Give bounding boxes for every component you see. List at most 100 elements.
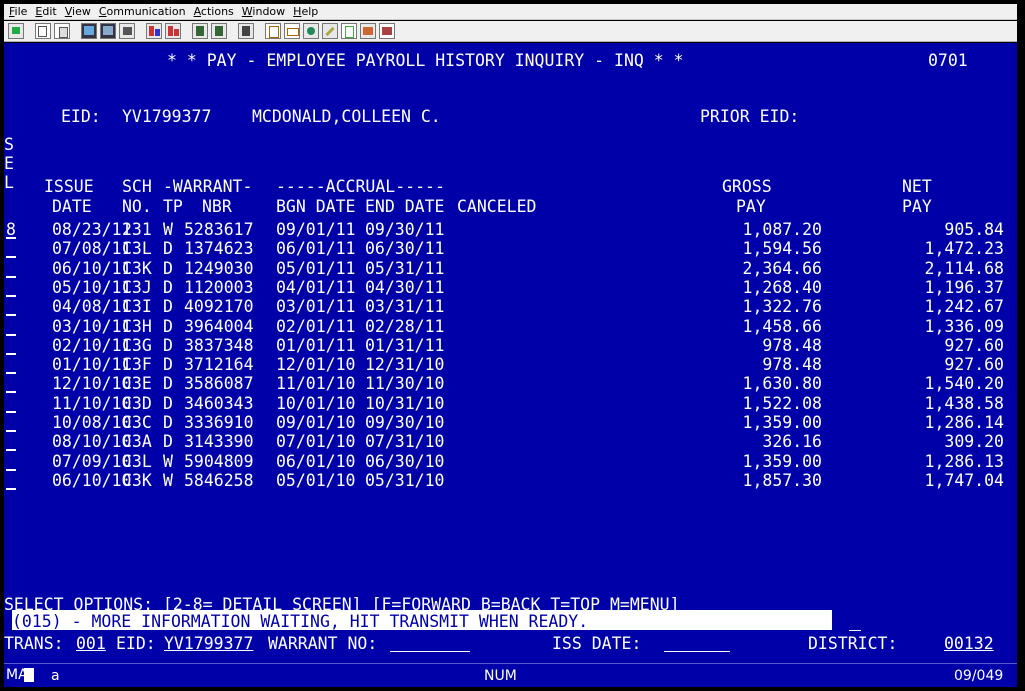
doc-icon[interactable] [341,23,357,39]
emulator-window: File Edit View Communication Actions Win… [0,0,1025,691]
print-icon[interactable] [146,23,162,39]
row-nbr: 1120003 [184,278,254,297]
row-net-pay: 1,286.14 [924,413,1004,432]
row-end: 07/31/10 [365,432,445,451]
district-field[interactable]: 00132 [944,634,994,653]
row-nbr: 1374623 [184,239,254,258]
row-tp: W [163,452,173,471]
footer-eid-field[interactable]: YV1799377 [164,634,253,653]
row-select-field[interactable] [6,413,16,432]
row-select-field[interactable] [6,259,16,278]
row-date: 03/10/11 [52,317,132,336]
row-nbr: 5904809 [184,452,254,471]
display-icon[interactable] [8,23,24,39]
send-icon[interactable] [81,23,97,39]
keyboard-icon[interactable] [284,23,300,39]
row-select-field[interactable] [6,394,16,413]
row-select-field[interactable]: 8 [6,220,16,239]
warrant-field[interactable] [390,651,470,652]
menu-view[interactable]: View [65,5,91,18]
color-icon[interactable] [303,23,319,39]
row-date: 11/10/10 [52,394,132,413]
row-date: 08/10/10 [52,432,132,451]
menu-window[interactable]: Window [242,5,285,18]
row-sch: C3D [122,394,152,413]
row-select-field[interactable] [6,355,16,374]
row-nbr: 3143390 [184,432,254,451]
row-net-pay: 309.20 [944,432,1004,451]
row-bgn: 02/01/11 [276,317,356,336]
row-select-field[interactable] [6,374,16,393]
edit-icon[interactable] [322,23,338,39]
row-select-field[interactable] [6,432,16,451]
row-select-field[interactable] [6,317,16,336]
clipboard-icon[interactable] [238,23,254,39]
menu-actions[interactable]: Actions [194,5,234,18]
num-lock-indicator: NUM [484,668,517,684]
row-net-pay: 1,286.13 [924,452,1004,471]
col-accrual: -----ACCRUAL----- [276,177,445,196]
row-date: 07/09/10 [52,452,132,471]
col-nbr: NBR [202,197,232,216]
warrant-label: WARRANT NO: [268,634,378,653]
screen-title: * * PAY - EMPLOYEE PAYROLL HISTORY INQUI… [167,51,684,70]
row-select-field[interactable] [6,336,16,355]
palette-icon[interactable] [360,23,376,39]
row-net-pay: 2,114.68 [924,259,1004,278]
sel-label-e: E [4,154,14,173]
row-end: 10/31/10 [365,394,445,413]
help-icon[interactable] [379,23,395,39]
row-bgn: 04/01/11 [276,278,356,297]
menu-edit[interactable]: Edit [35,5,56,18]
toolbar [4,21,1017,42]
row-tp: D [163,317,173,336]
row-gross-pay: 978.48 [762,336,822,355]
row-nbr: 4092170 [184,297,254,316]
print-screen-icon[interactable] [165,23,181,39]
row-bgn: 03/01/11 [276,297,356,316]
transfer-up-icon[interactable] [192,23,208,39]
record-icon[interactable] [119,23,135,39]
message-cursor-field[interactable] [849,630,861,631]
row-bgn: 12/01/10 [276,355,356,374]
row-gross-pay: 1,359.00 [742,452,822,471]
row-net-pay: 1,242.67 [924,297,1004,316]
iss-date-field[interactable] [664,651,730,652]
row-tp: D [163,259,173,278]
row-select-field[interactable] [6,471,16,490]
iss-date-label: ISS DATE: [552,634,642,653]
menu-help[interactable]: Help [293,5,318,18]
receive-icon[interactable] [100,23,116,39]
row-date: 07/08/11 [52,239,132,258]
row-gross-pay: 1,630.80 [742,374,822,393]
transfer-down-icon[interactable] [211,23,227,39]
menu-file[interactable]: File [9,5,27,18]
row-end: 09/30/11 [365,220,445,239]
district-label: DISTRICT: [808,634,898,653]
menu-communication[interactable]: Communication [99,5,186,18]
row-sch: C3A [122,432,152,451]
terminal-screen[interactable]: * * PAY - EMPLOYEE PAYROLL HISTORY INQUI… [4,43,1017,663]
row-select-field[interactable] [6,452,16,471]
row-end: 05/31/11 [365,259,445,278]
row-gross-pay: 1,322.76 [742,297,822,316]
row-select-field[interactable] [6,278,16,297]
row-sch: C3K [122,259,152,278]
copy-icon[interactable] [35,23,51,39]
row-net-pay: 1,336.09 [924,317,1004,336]
paste-icon[interactable] [54,23,70,39]
row-net-pay: 1,747.04 [924,471,1004,490]
row-select-field[interactable] [6,239,16,258]
row-bgn: 06/01/10 [276,452,356,471]
row-select-field[interactable] [6,297,16,316]
employee-name: MCDONALD,COLLEEN C. [252,107,441,126]
row-gross-pay: 1,522.08 [742,394,822,413]
row-net-pay: 1,196.37 [924,278,1004,297]
row-end: 03/31/11 [365,297,445,316]
row-date: 05/10/11 [52,278,132,297]
row-nbr: 3586087 [184,374,254,393]
macro-icon[interactable] [265,23,281,39]
trans-field[interactable]: 001 [76,634,106,653]
row-bgn: 05/01/11 [276,259,356,278]
row-gross-pay: 1,594.56 [742,239,822,258]
